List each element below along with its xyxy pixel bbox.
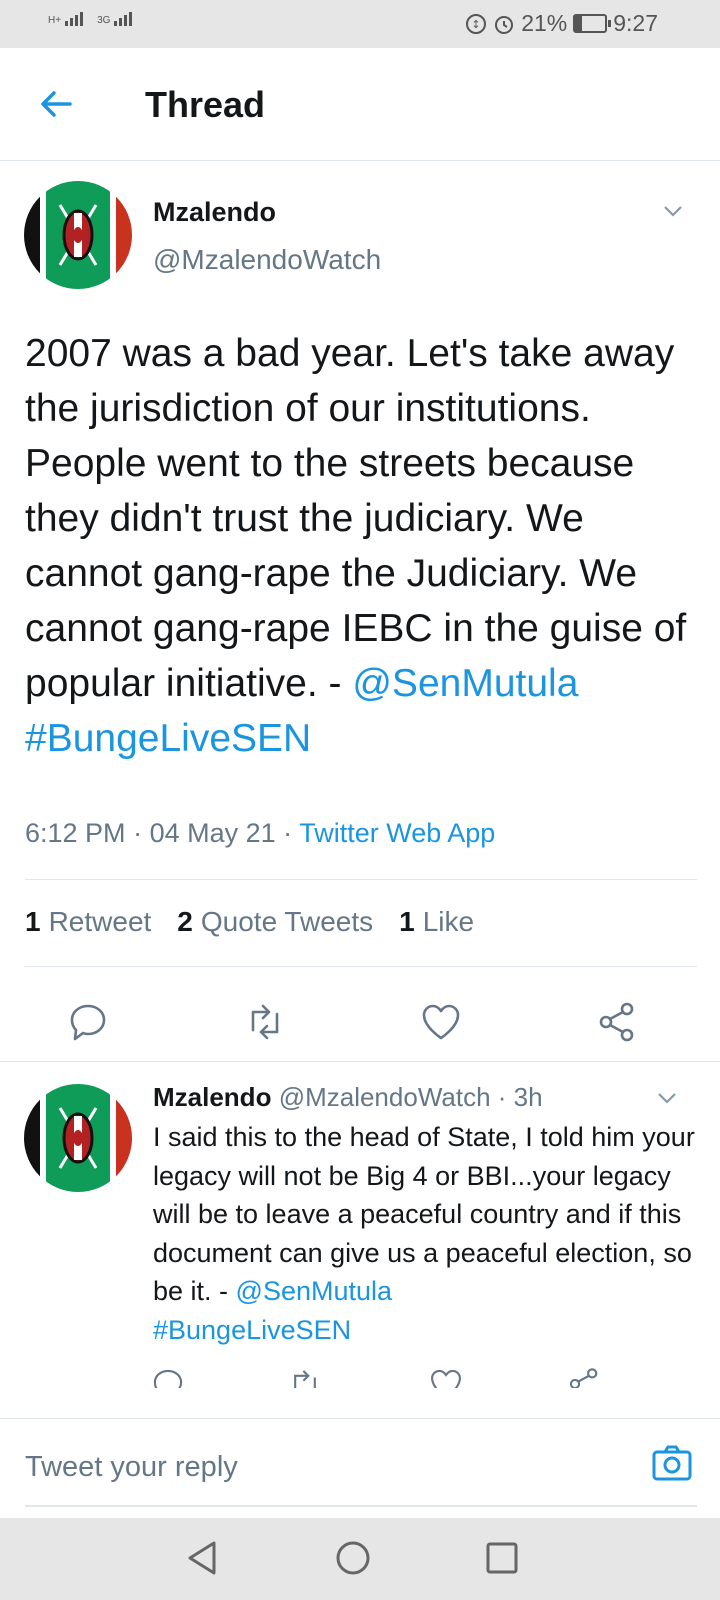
- tweet-text-content: 2007 was a bad year. Let's take away the…: [25, 332, 687, 705]
- back-arrow-icon: [41, 91, 72, 117]
- status-bar: H+ 3G ↕ 21% 9:27: [0, 0, 720, 48]
- tweet-source-link[interactable]: Twitter Web App: [299, 818, 495, 848]
- network-type-2: 3G: [97, 15, 111, 26]
- divider: [25, 966, 697, 967]
- data-saver-icon: ↕: [466, 13, 487, 34]
- camera-icon: [652, 1445, 692, 1481]
- nav-home-button[interactable]: [333, 1538, 373, 1578]
- system-nav-bar: [0, 1518, 720, 1600]
- share-icon: [599, 1002, 634, 1042]
- author-handle[interactable]: @MzalendoWatch: [153, 244, 381, 276]
- input-underline: [25, 1505, 697, 1507]
- retweet-icon: [294, 1370, 316, 1388]
- tweet-actions: [0, 1000, 720, 1070]
- battery-icon: [573, 14, 612, 33]
- likes-stat[interactable]: 1 Like: [399, 906, 474, 938]
- chevron-down-icon: [664, 206, 682, 217]
- author-name[interactable]: Mzalendo: [153, 1082, 271, 1112]
- tweet-text-content: I said this to the head of State, I told…: [153, 1122, 695, 1306]
- tweet-stats: 1 Retweet 2 Quote Tweets 1 Like: [25, 906, 474, 938]
- tweet-meta: 6:12 PM · 04 May 21 · Twitter Web App: [25, 818, 496, 848]
- nav-back-button[interactable]: [182, 1538, 222, 1578]
- signal-1-icon: H+: [48, 12, 84, 26]
- page-title: Thread: [145, 84, 266, 125]
- reply-actions: [0, 1366, 720, 1388]
- signal-2-icon: 3G: [97, 12, 133, 26]
- nav-recents-icon: [486, 1542, 518, 1574]
- share-button[interactable]: [595, 1000, 639, 1044]
- camera-button[interactable]: [650, 1441, 694, 1485]
- author-name[interactable]: Mzalendo: [153, 197, 276, 228]
- retweet-icon: [251, 1004, 279, 1040]
- nav-home-icon: [336, 1541, 370, 1575]
- reply-icon: [70, 1004, 106, 1041]
- tweet-text: 2007 was a bad year. Let's take away the…: [25, 326, 705, 766]
- hashtag-link[interactable]: #BungeLiveSEN: [153, 1315, 351, 1345]
- avatar[interactable]: [24, 181, 132, 289]
- network-type-1: H+: [48, 15, 62, 26]
- like-button[interactable]: [419, 1000, 463, 1044]
- tweet-menu-button[interactable]: [661, 199, 685, 223]
- reply-button[interactable]: [150, 1366, 194, 1388]
- chevron-down-icon: [658, 1093, 676, 1104]
- quote-tweets-stat[interactable]: 2 Quote Tweets: [177, 906, 373, 938]
- clock: 9:27: [613, 10, 658, 36]
- nav-recents-button[interactable]: [482, 1538, 522, 1578]
- alarm-icon: [495, 15, 514, 34]
- author-handle[interactable]: @MzalendoWatch: [279, 1082, 491, 1112]
- reply-composer: Tweet your reply: [0, 1418, 720, 1519]
- battery-percent: 21%: [521, 10, 568, 36]
- tweet-age: 3h: [513, 1082, 543, 1112]
- mention-link[interactable]: @SenMutula: [352, 662, 578, 705]
- tweet-date: 04 May 21: [149, 818, 276, 848]
- reply-icon: [153, 1369, 183, 1388]
- reply-input[interactable]: Tweet your reply: [25, 1451, 238, 1484]
- share-icon: [569, 1368, 598, 1388]
- retweet-button[interactable]: [287, 1366, 331, 1388]
- tweet-time: 6:12 PM: [25, 818, 126, 848]
- reply-button[interactable]: [66, 1000, 110, 1044]
- divider: [0, 1061, 720, 1062]
- svg-text:↕: ↕: [472, 18, 481, 31]
- tweet-text: I said this to the head of State, I told…: [153, 1118, 713, 1349]
- hashtag-link[interactable]: #BungeLiveSEN: [25, 717, 311, 760]
- back-button[interactable]: [36, 84, 76, 124]
- tweet-menu-button[interactable]: [655, 1086, 679, 1110]
- share-button[interactable]: [566, 1366, 610, 1388]
- nav-back-icon: [188, 1541, 216, 1575]
- like-icon: [422, 1004, 460, 1040]
- avatar[interactable]: [24, 1084, 132, 1192]
- app-header: Thread: [0, 48, 720, 161]
- mention-link[interactable]: @SenMutula: [236, 1276, 393, 1306]
- retweet-button[interactable]: [243, 1000, 287, 1044]
- retweets-stat[interactable]: 1 Retweet: [25, 906, 151, 938]
- like-button[interactable]: [428, 1366, 472, 1388]
- reply-header: Mzalendo @MzalendoWatch · 3h: [153, 1082, 543, 1112]
- divider: [25, 879, 697, 880]
- like-icon: [431, 1369, 461, 1388]
